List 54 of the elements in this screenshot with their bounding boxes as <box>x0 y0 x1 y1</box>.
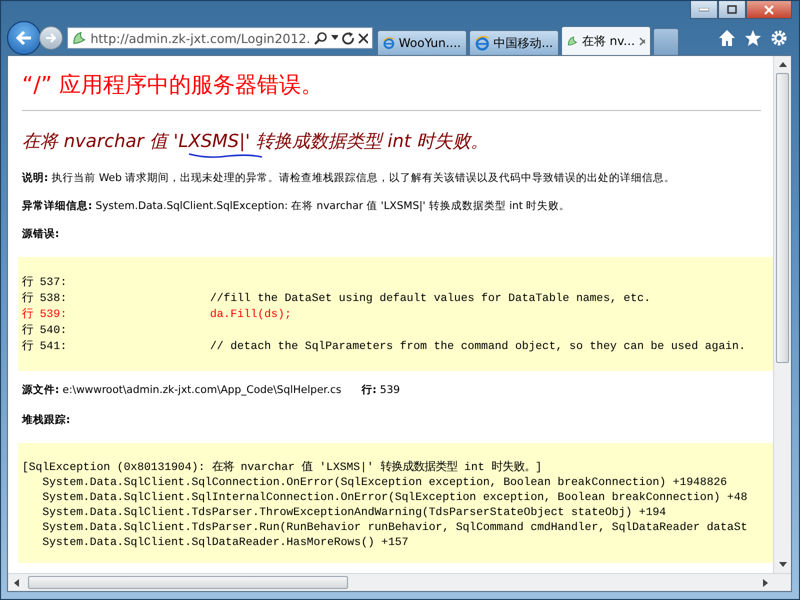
line-number: 行 538: <box>22 291 68 307</box>
stack-trace-line: System.Data.SqlClient.SqlInternalConnection.OnError(SqlException exception, Boolean breakConnection) +48 <box>41 491 748 506</box>
exception-details-text: 异常详细信息: System.Data.SqlClient.SqlException: 在将 nvarchar 值 'LXSMS|' 转换成数据类型 int 时失败。 <box>22 199 572 213</box>
code-line: //fill the DataSet using default values for DataTable names, etc. <box>210 292 651 307</box>
source-file-text: 源文件: e:\wwwroot\admin.zk-jxt.com\App_Code\SqlHelper.cs <box>22 383 342 397</box>
new-tab-button[interactable] <box>653 28 679 56</box>
minimize-icon[interactable] <box>699 8 709 12</box>
back-button[interactable] <box>7 21 41 55</box>
close-button[interactable] <box>746 1 792 19</box>
left-arrow-icon[interactable] <box>14 578 19 586</box>
down-arrow-icon[interactable] <box>778 562 786 567</box>
browser-tab[interactable]: WooYun.... <box>377 30 467 56</box>
error-title: 在将 nvarchar 值 'LXSMS|' 转换成数据类型 int 时失败。 <box>22 129 489 153</box>
scrollbar-thumb[interactable] <box>28 576 348 589</box>
section-heading: 源错误: <box>22 227 60 241</box>
line-number: 行 539: <box>22 307 68 323</box>
dropdown-icon[interactable] <box>331 35 338 41</box>
search-icon[interactable] <box>314 31 328 45</box>
up-arrow-icon[interactable] <box>778 62 786 67</box>
close-icon[interactable] <box>638 36 645 46</box>
scrollbar-thumb[interactable] <box>776 73 789 363</box>
horizontal-scrollbar[interactable] <box>8 573 791 591</box>
stack-trace-line: System.Data.SqlClient.SqlConnection.OnError(SqlException exception, Boolean breakConnection) +1948826 <box>41 476 728 491</box>
ie-icon <box>475 35 490 51</box>
home-icon[interactable] <box>718 29 736 47</box>
code-line: da.Fill(ds); <box>210 308 292 323</box>
stack-trace-line: System.Data.SqlClient.TdsParser.Run(RunBehavior runBehavior, SqlCommand cmdHandler, SqlDataReader dataSt <box>41 521 748 536</box>
minimize-button[interactable] <box>690 1 718 19</box>
browser-tab[interactable]: 在将 nv... <box>561 26 651 56</box>
back-arrow-icon[interactable] <box>15 30 33 46</box>
star-icon[interactable] <box>744 29 762 47</box>
stack-trace-line: System.Data.SqlClient.TdsParser.ThrowExceptionAndWarning(TdsParserStateObject stateObj) +194 <box>41 506 668 521</box>
line-number: 行 537: <box>22 275 68 291</box>
ie-icon <box>383 35 395 51</box>
stop-icon[interactable] <box>358 32 368 44</box>
stack-trace-line: System.Data.SqlClient.SqlDataReader.HasMoreRows() +157 <box>41 536 410 551</box>
address-field[interactable]: http://admin.zk-jxt.com/Login2012. <box>67 27 373 49</box>
maximize-button[interactable] <box>718 1 746 19</box>
maximize-icon[interactable] <box>727 5 737 14</box>
stack-trace-line: [SqlException (0x80131904): 在将 nvarchar 值 'LXSMS|' 转换成数据类型 int 时失败。] <box>22 461 544 476</box>
code-line: // detach the SqlParameters from the command object, so they can be used again. <box>210 340 746 355</box>
browser-tab[interactable]: 中国移动... <box>469 30 559 56</box>
forward-button[interactable] <box>39 26 63 50</box>
page-heading: “/” 应用程序中的服务器错误。 <box>22 72 324 100</box>
right-arrow-icon[interactable] <box>763 578 768 586</box>
refresh-icon[interactable] <box>342 32 354 44</box>
settings-icon[interactable] <box>770 29 788 47</box>
description-text: 说明: 执行当前 Web 请求期间，出现未处理的异常。请检查堆栈跟踪信息，以了解有关该错误以及代码中导致错误的出处的详细信息。 <box>22 171 676 185</box>
line-text: 行: 539 <box>361 383 400 397</box>
line-number: 行 541: <box>22 339 68 355</box>
section-heading: 堆栈跟踪: <box>22 413 72 427</box>
line-number: 行 540: <box>22 323 68 339</box>
leaf-icon <box>72 30 86 46</box>
vertical-scrollbar[interactable] <box>773 56 791 573</box>
